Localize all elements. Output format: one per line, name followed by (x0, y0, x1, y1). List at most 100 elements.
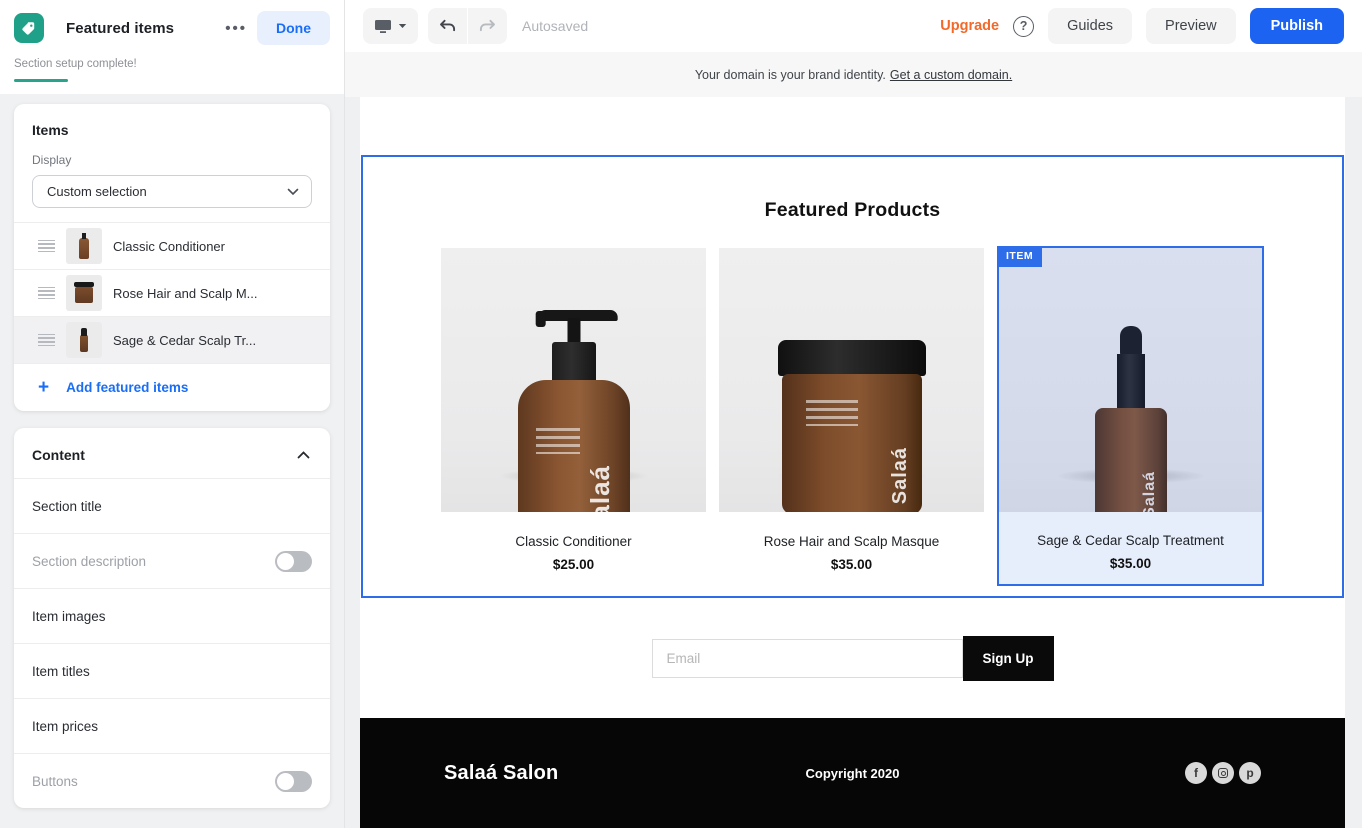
footer-brand: Salaá Salon (444, 762, 558, 785)
row-label: Item images (32, 609, 106, 624)
row-label: Buttons (32, 774, 78, 789)
item-thumbnail (66, 322, 102, 358)
product-card-sage-cedar-selected[interactable]: ITEM Salaá Sage & Cedar Scalp Treatm (997, 246, 1264, 586)
display-label: Display (32, 153, 312, 167)
help-icon[interactable]: ? (1013, 16, 1034, 37)
content-panel-title: Content (32, 447, 85, 463)
setup-status-text: Section setup complete! (14, 58, 330, 70)
bottle-brand-label: Salaá (585, 465, 616, 512)
section-title[interactable]: Featured Products (363, 199, 1342, 222)
item-label: Sage & Cedar Scalp Tr... (113, 333, 256, 348)
instagram-icon[interactable] (1212, 762, 1234, 784)
product-title[interactable]: Classic Conditioner (441, 534, 706, 549)
product-title[interactable]: Sage & Cedar Scalp Treatment (999, 533, 1262, 548)
buttons-toggle-off[interactable] (275, 771, 312, 792)
product-title[interactable]: Rose Hair and Scalp Masque (719, 534, 984, 549)
content-row-section-title[interactable]: Section title (14, 478, 330, 533)
content-panel: Content Section title Section descriptio… (14, 428, 330, 808)
row-label: Item prices (32, 719, 98, 734)
content-row-item-prices[interactable]: Item prices (14, 698, 330, 753)
guides-button[interactable]: Guides (1048, 8, 1132, 44)
row-label: Section description (32, 554, 146, 569)
page-header-area[interactable] (360, 97, 1345, 155)
pinterest-icon[interactable]: p (1239, 762, 1261, 784)
product-card-rose-masque[interactable]: Salaá Rose Hair and Scalp Masque $35.00 (719, 248, 984, 586)
content-row-item-titles[interactable]: Item titles (14, 643, 330, 698)
editor-toolbar: Autosaved Upgrade ? Guides Preview Publi… (345, 0, 1362, 52)
device-preview-button[interactable] (363, 8, 418, 44)
product-price[interactable]: $35.00 (719, 557, 984, 572)
caret-down-icon (398, 23, 407, 29)
content-row-section-description[interactable]: Section description (14, 533, 330, 588)
content-panel-header[interactable]: Content (14, 428, 330, 478)
publish-button[interactable]: Publish (1250, 8, 1344, 44)
drag-handle-icon[interactable] (38, 334, 55, 346)
product-image-dropper-bottle: Salaá (999, 248, 1262, 512)
add-featured-items-button[interactable]: + Add featured items (14, 363, 330, 411)
site-canvas: Featured Products Salaá (345, 97, 1362, 828)
domain-banner-text: Your domain is your brand identity. (695, 68, 886, 82)
items-panel-title: Items (32, 122, 312, 138)
done-button[interactable]: Done (257, 11, 330, 45)
social-links: f p (1185, 762, 1261, 784)
autosaved-status: Autosaved (522, 18, 588, 34)
item-selection-badge: ITEM (997, 246, 1042, 267)
footer-copyright: Copyright 2020 (806, 766, 900, 781)
item-label: Rose Hair and Scalp M... (113, 286, 258, 301)
drag-handle-icon[interactable] (38, 287, 55, 299)
bottle-brand-label: Salaá (889, 447, 912, 504)
site-footer: Salaá Salon Copyright 2020 f p (360, 718, 1345, 828)
editor-root: Featured items ••• Done Section setup co… (0, 0, 1362, 828)
row-label: Item titles (32, 664, 90, 679)
sidebar-header: Featured items ••• Done Section setup co… (0, 0, 344, 94)
plus-icon: + (38, 378, 49, 397)
add-featured-items-label: Add featured items (66, 380, 188, 395)
row-label: Section title (32, 499, 102, 514)
content-row-item-images[interactable]: Item images (14, 588, 330, 643)
email-input[interactable] (652, 639, 963, 678)
products-row: Salaá Classic Conditioner $25.00 (363, 248, 1342, 586)
list-item-classic-conditioner[interactable]: Classic Conditioner (14, 222, 330, 269)
content-row-buttons[interactable]: Buttons (14, 753, 330, 808)
undo-icon (438, 18, 457, 34)
panel-title: Featured items (66, 20, 174, 37)
setup-progress-bar (14, 79, 68, 82)
newsletter-section: Sign Up (360, 598, 1345, 718)
list-item-sage-cedar[interactable]: Sage & Cedar Scalp Tr... (14, 316, 330, 363)
sign-up-button[interactable]: Sign Up (963, 636, 1054, 681)
newsletter-form: Sign Up (652, 636, 1054, 681)
site-page: Featured Products Salaá (360, 97, 1345, 828)
undo-button[interactable] (428, 8, 467, 44)
get-custom-domain-link[interactable]: Get a custom domain. (890, 68, 1012, 82)
preview-button[interactable]: Preview (1146, 8, 1236, 44)
drag-handle-icon[interactable] (38, 240, 55, 252)
redo-button[interactable] (468, 8, 507, 44)
product-image-pump-bottle: Salaá (441, 248, 706, 512)
list-item-rose-masque[interactable]: Rose Hair and Scalp M... (14, 269, 330, 316)
product-price[interactable]: $25.00 (441, 557, 706, 572)
item-thumbnail (66, 275, 102, 311)
product-card-classic-conditioner[interactable]: Salaá Classic Conditioner $25.00 (441, 248, 706, 586)
item-label: Classic Conditioner (113, 239, 225, 254)
product-price[interactable]: $35.00 (999, 556, 1262, 571)
display-select-value: Custom selection (47, 184, 287, 199)
item-thumbnail (66, 228, 102, 264)
bottle-brand-label: Salaá (1141, 471, 1159, 512)
chevron-up-icon (297, 451, 310, 459)
display-select[interactable]: Custom selection (32, 175, 312, 208)
section-description-toggle-off[interactable] (275, 551, 312, 572)
settings-sidebar: Featured items ••• Done Section setup co… (0, 0, 345, 828)
editor-main: Autosaved Upgrade ? Guides Preview Publi… (345, 0, 1362, 828)
chevron-down-icon (287, 188, 299, 196)
featured-products-section-selected[interactable]: Featured Products Salaá (361, 155, 1344, 598)
facebook-icon[interactable]: f (1185, 762, 1207, 784)
featured-items-tag-icon (14, 13, 44, 43)
domain-banner: Your domain is your brand identity. Get … (345, 52, 1362, 97)
redo-icon (478, 18, 497, 34)
monitor-icon (374, 19, 392, 34)
product-image-jar: Salaá (719, 248, 984, 512)
sidebar-body: Items Display Custom selection Classic C… (0, 94, 344, 808)
items-panel: Items Display Custom selection Classic C… (14, 104, 330, 411)
more-options-icon[interactable]: ••• (215, 14, 257, 43)
upgrade-link[interactable]: Upgrade (940, 18, 999, 34)
